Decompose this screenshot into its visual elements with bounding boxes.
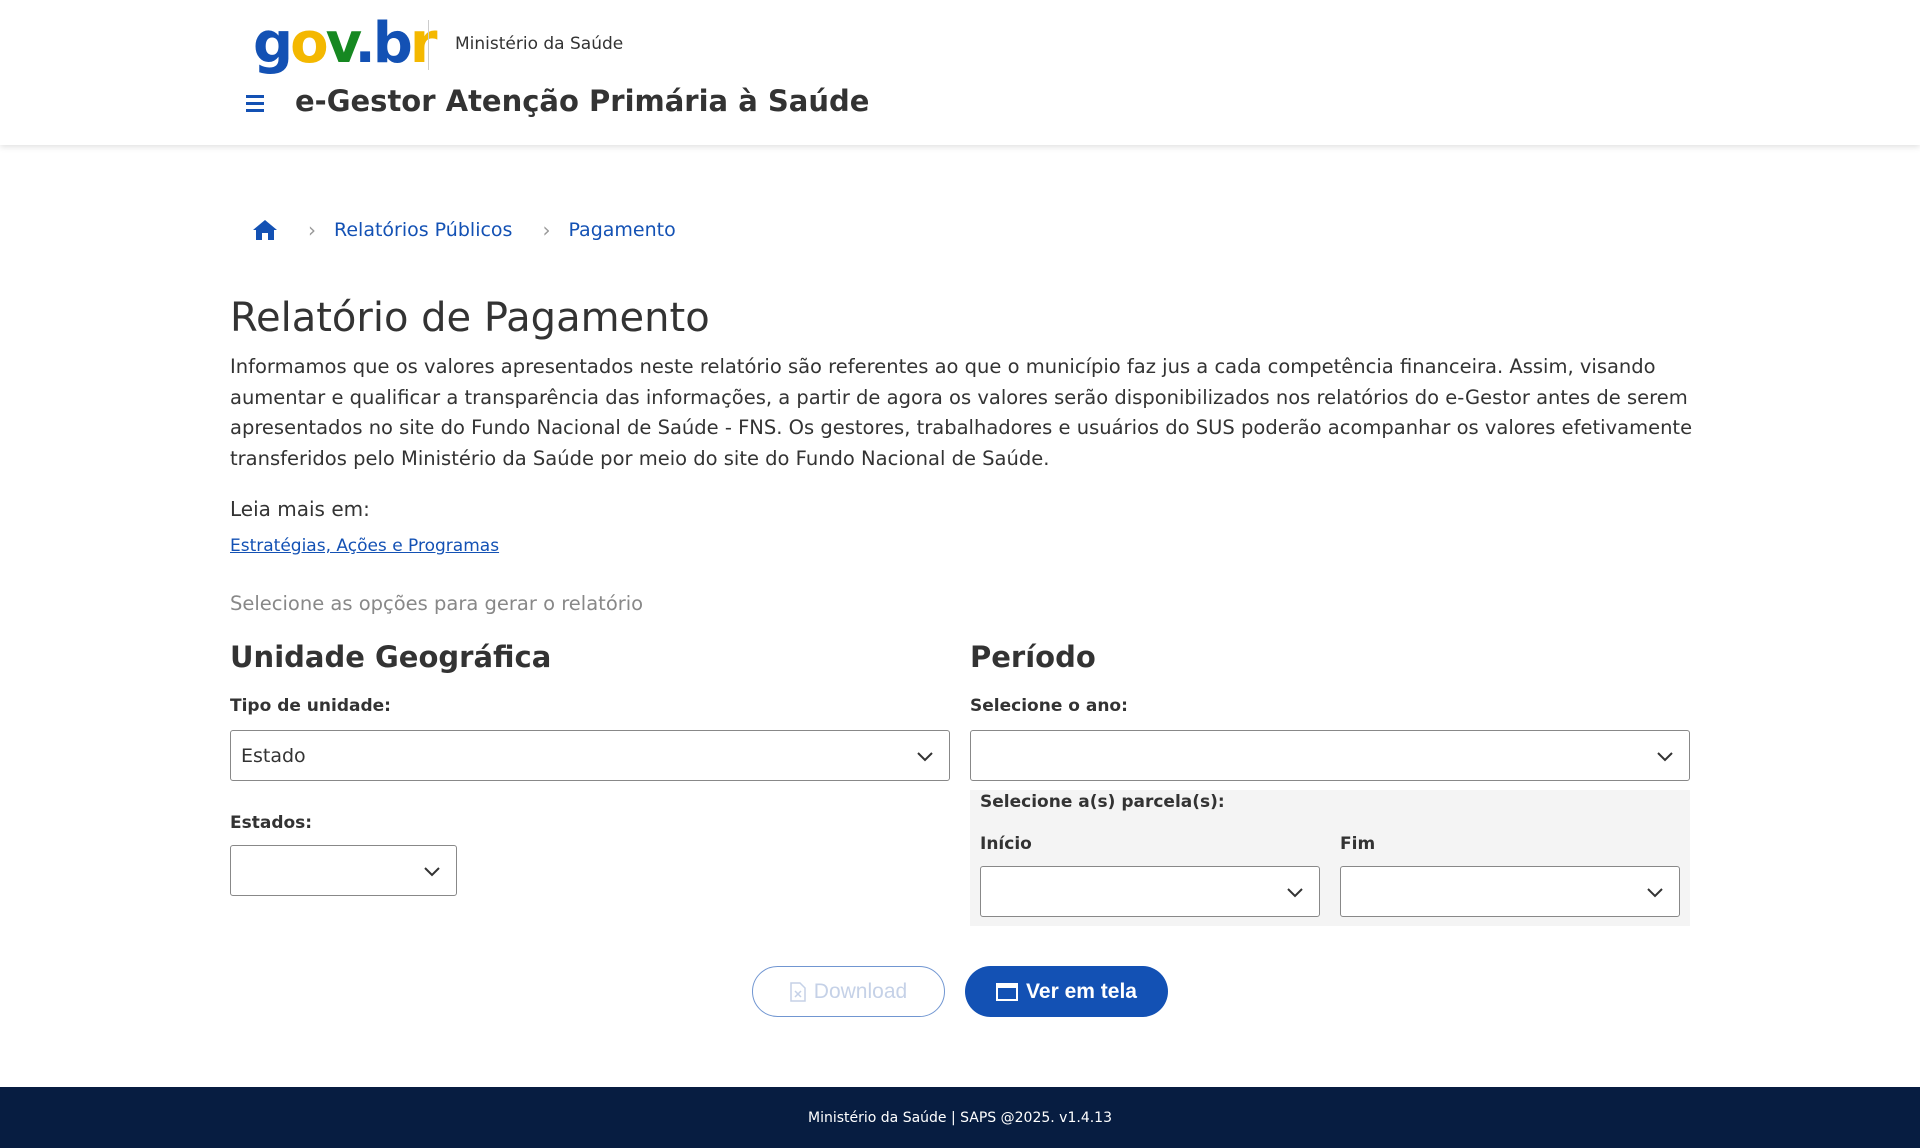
- estados-select[interactable]: [230, 845, 457, 896]
- header-divider: [428, 20, 429, 70]
- chevron-right-icon: ›: [308, 218, 316, 242]
- estrategias-link[interactable]: Estratégias, Ações e Programas: [230, 536, 499, 556]
- govbr-logo[interactable]: gov.br: [253, 12, 437, 76]
- select-hint: Selecione as opções para gerar o relatór…: [230, 592, 644, 615]
- chevron-right-icon: ›: [542, 218, 551, 242]
- site-footer: Ministério da Saúde | SAPS @2025. v1.4.1…: [0, 1087, 1920, 1148]
- site-header: gov.br Ministério da Saúde e-Gestor Aten…: [0, 0, 1920, 145]
- ver-em-tela-label: Ver em tela: [1026, 979, 1137, 1003]
- geo-section-title: Unidade Geográfica: [230, 640, 552, 674]
- footer-text: Ministério da Saúde | SAPS @2025. v1.4.1…: [807, 1109, 1112, 1126]
- page-title: Relatório de Pagamento: [230, 295, 710, 341]
- ver-em-tela-button[interactable]: Ver em tela: [965, 966, 1168, 1017]
- home-icon[interactable]: [252, 219, 278, 241]
- periodo-section-title: Período: [970, 640, 1096, 674]
- ano-label: Selecione o ano:: [970, 696, 1128, 716]
- tipo-unidade-select[interactable]: Estado: [230, 730, 950, 781]
- breadcrumb-relatorios[interactable]: Relatórios Públicos: [334, 219, 512, 241]
- fim-select[interactable]: [1340, 866, 1680, 917]
- download-label: Download: [813, 979, 908, 1003]
- breadcrumb: › Relatórios Públicos › Pagamento: [252, 215, 676, 245]
- window-icon: [996, 982, 1019, 1001]
- download-button[interactable]: Download: [752, 966, 945, 1017]
- chevron-down-icon: [1657, 752, 1673, 762]
- breadcrumb-pagamento: Pagamento: [568, 219, 676, 241]
- inicio-select[interactable]: [980, 866, 1320, 917]
- inicio-label: Início: [980, 834, 1032, 854]
- chevron-down-icon: [1647, 888, 1663, 898]
- menu-button[interactable]: [240, 88, 270, 118]
- chevron-down-icon: [917, 752, 933, 762]
- estados-label: Estados:: [230, 813, 313, 833]
- system-title: e-Gestor Atenção Primária à Saúde: [295, 84, 870, 118]
- excel-file-icon: [790, 981, 806, 1002]
- chevron-down-icon: [1287, 888, 1303, 898]
- hamburger-icon: [246, 94, 264, 98]
- ministry-name: Ministério da Saúde: [455, 34, 624, 54]
- ano-select[interactable]: [970, 730, 1690, 781]
- leia-mais-label: Leia mais em:: [230, 497, 370, 521]
- chevron-down-icon: [424, 867, 440, 877]
- parcelas-label: Selecione a(s) parcela(s):: [980, 792, 1225, 812]
- tipo-unidade-label: Tipo de unidade:: [230, 696, 391, 716]
- intro-text: Informamos que os valores apresentados n…: [230, 355, 1693, 470]
- tipo-unidade-value: Estado: [241, 744, 306, 767]
- fim-label: Fim: [1340, 834, 1376, 854]
